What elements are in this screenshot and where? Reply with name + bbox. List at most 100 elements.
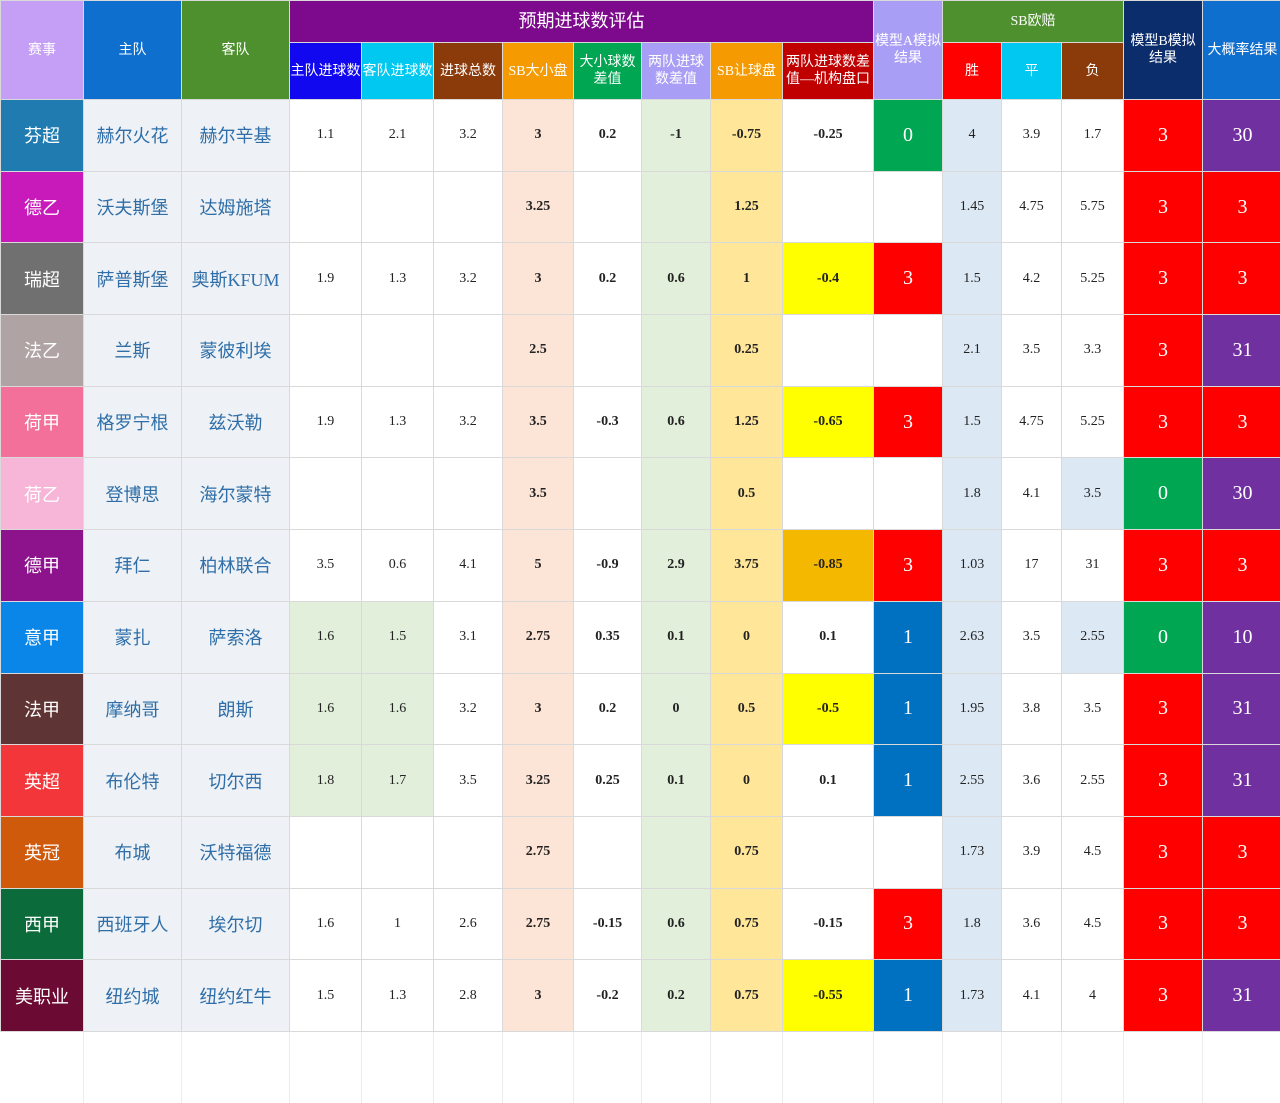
sb-ou-cell: 3 [503,100,574,172]
inst-diff-cell: 0.1 [783,745,874,817]
home-team-cell: 格罗宁根 [84,386,182,458]
blank-cell [943,1031,1002,1103]
table-row: 法甲摩纳哥朗斯1.61.63.230.200.5-0.511.953.83.53… [1,673,1280,745]
team-diff-cell [642,171,711,243]
inst-diff-cell: -0.5 [783,673,874,745]
odds-win-cell: 1.5 [943,386,1002,458]
home-team-cell: 纽约城 [84,960,182,1032]
sb-ou-cell: 3.5 [503,386,574,458]
blank-cell [1,1031,84,1103]
inst-diff-cell: -0.25 [783,100,874,172]
blank-cell [1062,1031,1124,1103]
odds-draw-cell: 3.5 [1002,601,1062,673]
odds-draw-cell: 4.1 [1002,960,1062,1032]
home-goals-cell [290,315,362,387]
home-goals-cell [290,458,362,530]
prob-result-cell: 30 [1203,100,1280,172]
blank-cell [874,1031,943,1103]
away-team-cell: 沃特福德 [182,816,290,888]
league-cell: 西甲 [1,888,84,960]
ou-diff-cell: 0.2 [574,243,642,315]
odds-win-cell: 2.63 [943,601,1002,673]
header-total-goals: 进球总数 [434,43,503,100]
odds-draw-cell: 4.1 [1002,458,1062,530]
sb-ou-cell: 5 [503,530,574,602]
model-b-cell: 3 [1124,530,1203,602]
total-goals-cell: 3.1 [434,601,503,673]
sb-handicap-cell: 3.75 [711,530,783,602]
odds-loss-cell: 1.7 [1062,100,1124,172]
home-goals-cell: 1.8 [290,745,362,817]
home-team-cell: 摩纳哥 [84,673,182,745]
model-a-cell [874,315,943,387]
ou-diff-cell: 0.2 [574,100,642,172]
model-a-cell: 3 [874,243,943,315]
header-ou-diff: 大小球数差值 [574,43,642,100]
away-team-cell: 萨索洛 [182,601,290,673]
odds-win-cell: 4 [943,100,1002,172]
model-b-cell: 3 [1124,745,1203,817]
model-a-cell: 1 [874,745,943,817]
away-goals-cell: 2.1 [362,100,434,172]
league-cell: 德乙 [1,171,84,243]
model-a-cell: 1 [874,960,943,1032]
ou-diff-cell [574,171,642,243]
header-sb-ou: SB大小盘 [503,43,574,100]
away-team-cell: 柏林联合 [182,530,290,602]
away-team-cell: 纽约红牛 [182,960,290,1032]
home-goals-cell [290,171,362,243]
home-team-cell: 西班牙人 [84,888,182,960]
away-goals-cell: 1.3 [362,960,434,1032]
away-goals-cell [362,458,434,530]
total-goals-cell: 2.8 [434,960,503,1032]
model-a-cell: 3 [874,888,943,960]
model-b-cell: 0 [1124,458,1203,530]
odds-loss-cell: 5.25 [1062,386,1124,458]
blank-cell [1002,1031,1062,1103]
ou-diff-cell: -0.9 [574,530,642,602]
blank-cell [783,1031,874,1103]
table-body: 芬超赫尔火花赫尔辛基1.12.13.230.2-1-0.75-0.25043.9… [1,100,1280,1103]
home-goals-cell: 1.9 [290,243,362,315]
sb-handicap-cell: 0.25 [711,315,783,387]
away-goals-cell: 1.5 [362,601,434,673]
league-cell: 英冠 [1,816,84,888]
odds-draw-cell: 4.75 [1002,171,1062,243]
table-row: 美职业纽约城纽约红牛1.51.32.83-0.20.20.75-0.5511.7… [1,960,1280,1032]
odds-win-cell: 1.8 [943,458,1002,530]
header-home: 主队 [84,1,182,100]
team-diff-cell: 0.6 [642,243,711,315]
sb-handicap-cell: 0.5 [711,458,783,530]
prob-result-cell: 3 [1203,171,1280,243]
header-league: 赛事 [1,1,84,100]
odds-draw-cell: 4.75 [1002,386,1062,458]
table-row: 西甲西班牙人埃尔切1.612.62.75-0.150.60.75-0.1531.… [1,888,1280,960]
home-team-cell: 兰斯 [84,315,182,387]
prob-result-cell: 3 [1203,816,1280,888]
sb-handicap-cell: 0.75 [711,960,783,1032]
team-diff-cell: 0 [642,673,711,745]
table-row: 法乙兰斯蒙彼利埃2.50.252.13.53.3331 [1,315,1280,387]
table-row: 瑞超萨普斯堡奥斯KFUM1.91.33.230.20.61-0.431.54.2… [1,243,1280,315]
sb-handicap-cell: 1 [711,243,783,315]
header-sb-handicap: SB让球盘 [711,43,783,100]
odds-draw-cell: 3.6 [1002,888,1062,960]
header-win: 胜 [943,43,1002,100]
model-b-cell: 3 [1124,816,1203,888]
table-row: 芬超赫尔火花赫尔辛基1.12.13.230.2-1-0.75-0.25043.9… [1,100,1280,172]
ou-diff-cell: 0.35 [574,601,642,673]
odds-loss-cell: 3.3 [1062,315,1124,387]
odds-win-cell: 1.73 [943,960,1002,1032]
home-goals-cell: 1.5 [290,960,362,1032]
odds-loss-cell: 5.75 [1062,171,1124,243]
team-diff-cell: -1 [642,100,711,172]
header-model-a: 模型A模拟结果 [874,1,943,100]
header-sb-euro: SB欧赔 [943,1,1124,43]
team-diff-cell [642,458,711,530]
odds-loss-cell: 31 [1062,530,1124,602]
ou-diff-cell: 0.2 [574,673,642,745]
sb-ou-cell: 2.75 [503,816,574,888]
blank-cell [84,1031,182,1103]
league-cell: 英超 [1,745,84,817]
model-b-cell: 3 [1124,315,1203,387]
